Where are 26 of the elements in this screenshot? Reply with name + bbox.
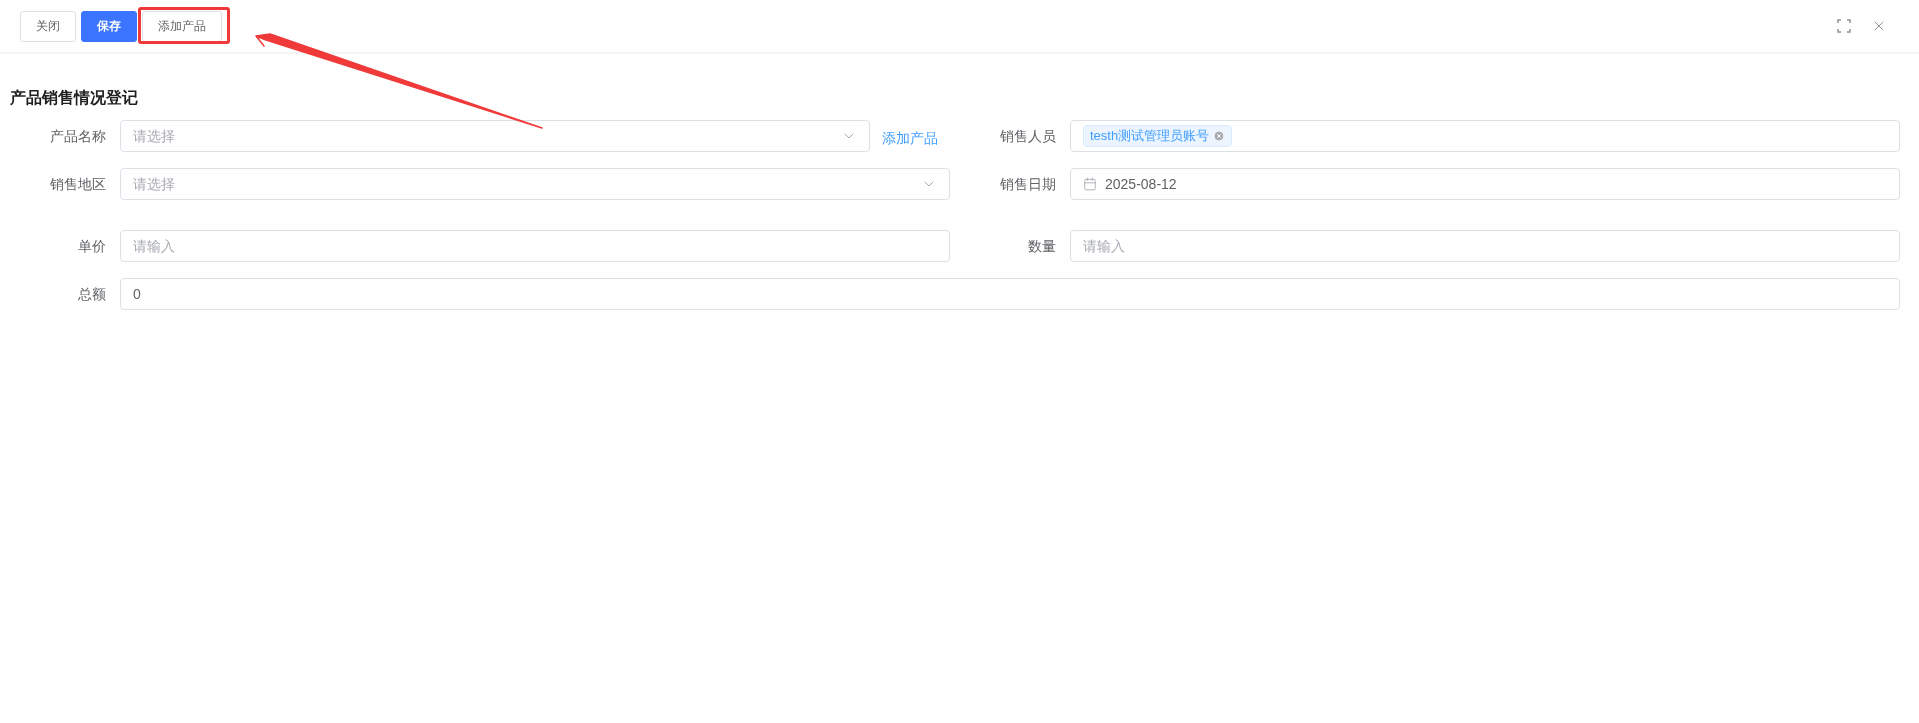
field-label: 数量 (1027, 236, 1057, 256)
user-tag[interactable]: testh测试管理员账号 (1083, 125, 1233, 147)
field-label: 总额 (77, 284, 107, 304)
field-label: 销售日期 (999, 174, 1057, 194)
placeholder-text: 请选择 (133, 126, 175, 146)
field-label: 销售地区 (49, 174, 107, 194)
select-field[interactable]: 请选择 (120, 120, 870, 152)
toolbar-button[interactable]: 保存 (81, 10, 137, 42)
input-field[interactable]: 请输入 (1070, 230, 1900, 262)
field-label: 单价 (77, 236, 107, 256)
date-field[interactable]: 2025-08-12 (1070, 168, 1900, 200)
field-label: 产品名称 (49, 126, 107, 146)
input-field[interactable]: 0 (120, 278, 1900, 310)
input-field[interactable]: 请输入 (120, 230, 950, 262)
toolbar-button[interactable]: 关闭 (20, 10, 76, 42)
form-title: 产品销售情况登记 (10, 88, 138, 108)
multi-select-field[interactable]: testh测试管理员账号 (1070, 120, 1900, 152)
add-product-link[interactable]: 添加产品 (882, 123, 938, 149)
select-field[interactable]: 请选择 (120, 168, 950, 200)
date-value: 2025-08-12 (1105, 174, 1177, 194)
remove-icon[interactable] (1213, 130, 1226, 142)
field-label: 销售人员 (999, 126, 1057, 146)
calendar-icon (1083, 177, 1097, 191)
toolbar-button[interactable]: 添加产品 (142, 10, 222, 42)
fullscreen-icon[interactable] (1837, 19, 1851, 33)
placeholder-text: 请选择 (133, 174, 175, 194)
